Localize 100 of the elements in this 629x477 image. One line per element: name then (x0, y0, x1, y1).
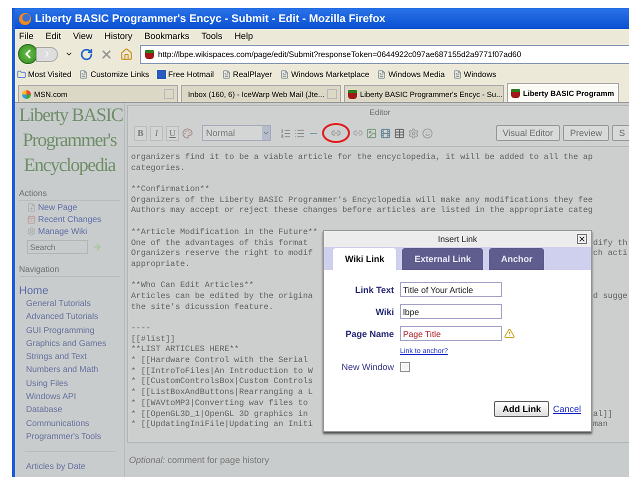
code-line: One of the advantages of this format (131, 238, 308, 249)
code-line: **LIST ARTICLES HERE** (131, 345, 240, 356)
search-field[interactable]: Search (27, 240, 88, 254)
flowerpot-icon (145, 50, 154, 58)
action-label: Recent Changes (38, 214, 102, 224)
dialog-tab[interactable]: External Link (402, 248, 483, 270)
menu-item[interactable]: History (104, 30, 132, 40)
code-line: * [[UpdatingIniFile|Updating an Initi (131, 420, 313, 431)
code-line: man (593, 420, 608, 431)
code-line: **Article Modification in the Future** (131, 228, 318, 238)
new-page-icon (27, 202, 36, 212)
dialog-tab[interactable]: Wiki Link (333, 248, 396, 270)
bookmark-link[interactable]: Windows (452, 70, 496, 78)
code-line: ch acti (593, 249, 628, 260)
logo-text: Programmer's (22, 129, 118, 153)
page-icon (452, 70, 462, 78)
home-icon[interactable] (120, 48, 133, 60)
anchor-link-icon[interactable] (353, 128, 363, 138)
table-icon[interactable] (394, 128, 405, 138)
calendar-icon (27, 214, 36, 224)
flowerpot-icon (511, 88, 520, 98)
add-link-button[interactable]: Add Link (494, 401, 549, 417)
code-line: * [[ListBoxAndButtons|Rearranging a L (131, 388, 313, 399)
tab-close-icon[interactable] (327, 89, 338, 99)
video-icon[interactable] (380, 128, 391, 138)
bullet-list-icon[interactable] (294, 128, 305, 138)
bookmark-label: Windows Media (388, 70, 445, 78)
butterfly-logo-icon (22, 90, 31, 98)
section-heading: Navigation (19, 264, 120, 277)
code-line: Organizers of the Liberty BASIC Programmer's Encyclopedia will make any modifications they fee (131, 196, 593, 206)
close-button[interactable] (577, 234, 587, 244)
bookmark-label: Most Visited (28, 70, 72, 78)
code-line: * [[OpenGL3D_1|OpenGL 3D graphics in (131, 410, 308, 420)
menu-item[interactable]: Bookmarks (144, 30, 190, 40)
code-line: * [[WAVtoMP3|Converting wav files to (131, 398, 308, 410)
reload-icon[interactable] (80, 48, 93, 60)
bookmark-link[interactable]: Windows Media (377, 70, 445, 78)
text-field[interactable]: lbpe (400, 304, 502, 319)
code-line: d sugge (593, 292, 628, 303)
bookmark-label: Windows (464, 70, 496, 78)
editor-title: Editor (368, 107, 392, 119)
color-icon[interactable] (182, 128, 193, 138)
action-label: New Page (38, 202, 78, 212)
back-button[interactable] (18, 44, 38, 64)
code-line: * [[Hardware Control with the Serial (131, 356, 308, 367)
emoticon-icon[interactable] (422, 128, 433, 138)
numbered-list-icon[interactable] (280, 128, 291, 138)
action-label: Manage Wiki (38, 226, 88, 236)
bookmark-label: RealPlayer (232, 70, 272, 78)
field-label: Wiki (374, 306, 394, 316)
code-line: organizers find it to be a viable article for the encyclopedia, it will be added to all the ap (131, 153, 593, 164)
mail-logo-icon (157, 70, 166, 78)
dialog-tab[interactable]: Anchor (488, 248, 544, 270)
close-icon (578, 235, 586, 243)
code-line: **Confirmation** (131, 185, 210, 196)
menu-item[interactable]: View (73, 30, 92, 40)
code-line: appropriate. (131, 260, 190, 271)
bookmark-link[interactable]: RealPlayer (222, 70, 272, 78)
cancel-link[interactable]: Cancel (552, 404, 581, 414)
widget-icon[interactable] (408, 128, 419, 138)
dialog-title: Insert Link (438, 234, 478, 244)
text-field[interactable]: Title of Your Article (400, 282, 502, 297)
bookmark-label: Free Hotmail (168, 70, 214, 78)
code-line: the site's dicussion feature. (131, 302, 274, 314)
comment-hint: Optional: comment for page history (128, 455, 270, 465)
code-line: Organizers reserve the right to modif (131, 249, 313, 260)
menu-item[interactable]: File (19, 30, 34, 40)
image-icon[interactable] (366, 128, 377, 138)
settings-icon (27, 226, 36, 236)
page-icon (377, 70, 386, 78)
bookmark-link[interactable]: Most Visited (17, 70, 72, 78)
editor-button[interactable]: S (612, 125, 629, 141)
menu-item[interactable]: Tools (201, 30, 222, 40)
tab-close-icon[interactable] (164, 89, 174, 99)
editor-button[interactable]: Preview (562, 125, 609, 141)
folder-icon (17, 70, 26, 78)
bookmark-link[interactable]: Free Hotmail (157, 70, 214, 78)
text-field[interactable]: Page Title (400, 326, 502, 341)
code-line: categories. (131, 164, 186, 174)
page-icon (222, 70, 231, 78)
field-label: Page Name (344, 328, 394, 338)
browser-logo-icon (19, 12, 31, 24)
code-line: Authors may accept or reject these changes before articles are listed in the appropriate categ (131, 206, 593, 218)
code-line: **Who Can Edit Articles** (131, 281, 254, 292)
editor-button[interactable]: Visual Editor (496, 125, 560, 141)
bookmark-label: Customize Links (90, 70, 150, 78)
menu-item[interactable]: Help (234, 30, 253, 40)
address-bar[interactable]: http://lbpe.wikispaces.com/page/edit/Submit?responseToken=0644922c097ae687155d2a9771f07ad60 (140, 44, 629, 64)
dropdown-icon[interactable] (65, 50, 73, 58)
code-line: al]] (593, 410, 613, 420)
url-text: http://lbpe.wikispaces.com/page/edit/Submit?responseToken=0644922c097ae687155d2a9771f07ad60 (158, 50, 522, 58)
stop-icon[interactable] (100, 48, 113, 60)
section-heading: Actions (19, 188, 120, 201)
circled-link-icon[interactable] (322, 123, 350, 143)
page-icon (280, 70, 290, 78)
checkbox[interactable] (400, 362, 410, 372)
bookmark-link[interactable]: Customize Links (79, 70, 150, 78)
flowerpot-icon (348, 90, 357, 98)
menu-item[interactable]: Edit (46, 30, 62, 40)
code-line: * [[CustomControlsBox|Custom Controls (131, 377, 313, 388)
